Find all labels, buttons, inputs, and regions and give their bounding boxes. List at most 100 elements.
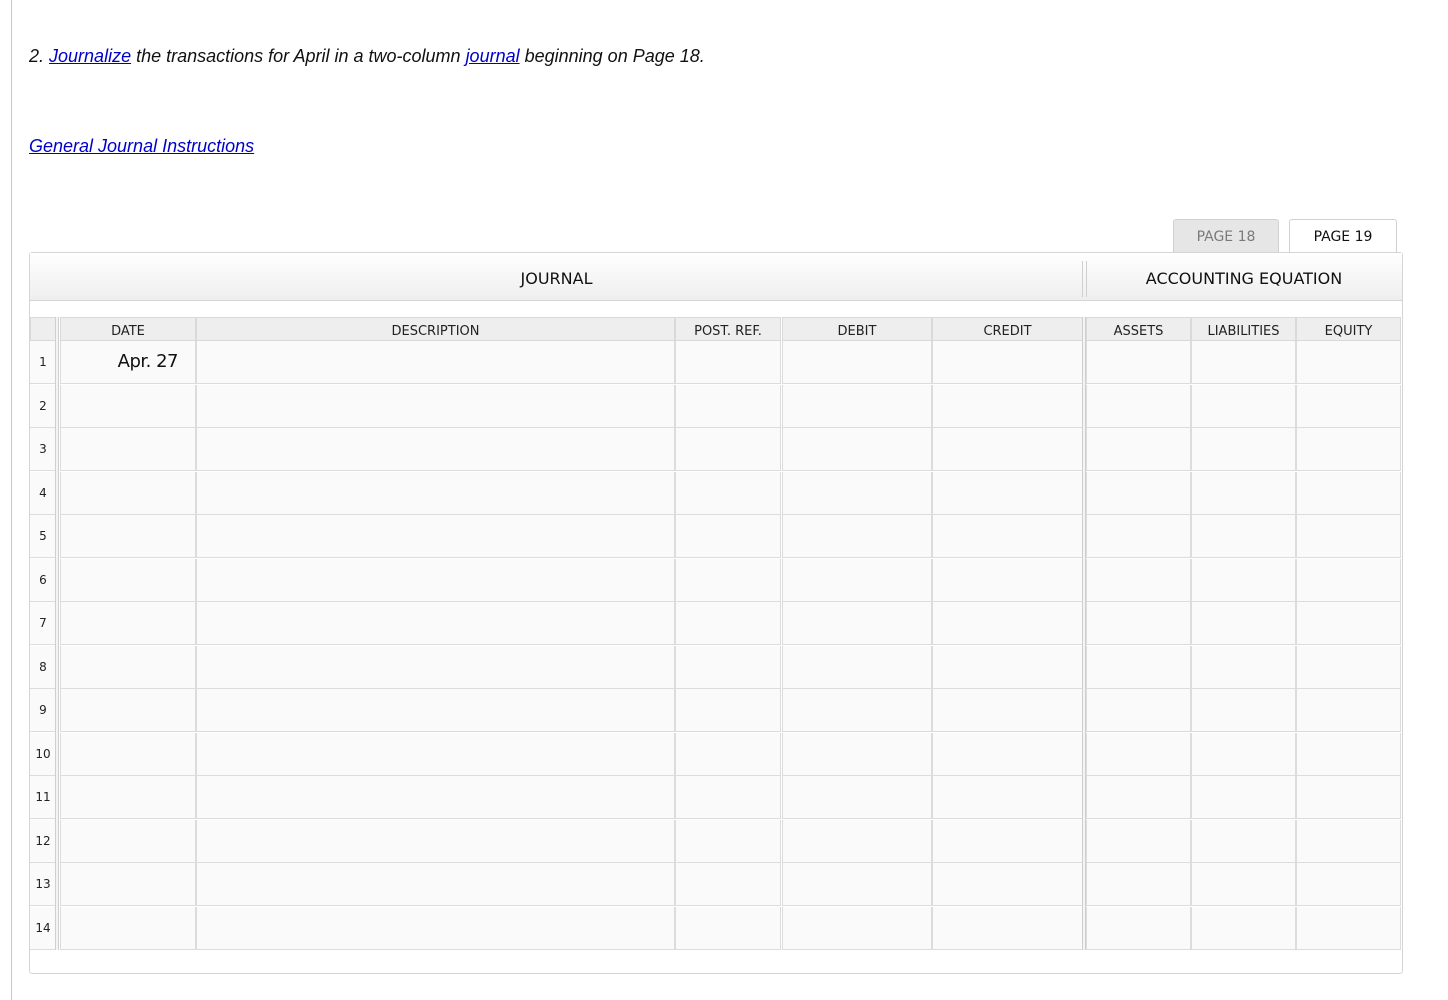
description-cell[interactable] <box>196 863 675 906</box>
liabilities-cell[interactable] <box>1191 776 1296 819</box>
date-cell[interactable] <box>60 863 196 906</box>
post-ref-cell[interactable] <box>675 385 781 428</box>
equity-cell[interactable] <box>1296 602 1401 645</box>
equity-cell[interactable] <box>1296 689 1401 732</box>
debit-cell[interactable] <box>782 428 932 471</box>
date-cell[interactable] <box>60 646 196 689</box>
debit-cell[interactable] <box>782 385 932 428</box>
date-cell[interactable] <box>60 472 196 515</box>
equity-cell[interactable] <box>1296 428 1401 471</box>
equity-cell[interactable] <box>1296 559 1401 602</box>
liabilities-cell[interactable] <box>1191 907 1296 950</box>
date-cell[interactable] <box>60 559 196 602</box>
assets-cell[interactable] <box>1086 733 1191 776</box>
date-cell[interactable] <box>60 385 196 428</box>
date-cell[interactable] <box>60 602 196 645</box>
assets-cell[interactable] <box>1086 646 1191 689</box>
date-cell[interactable] <box>60 733 196 776</box>
equity-cell[interactable] <box>1296 907 1401 950</box>
credit-cell[interactable] <box>932 515 1083 558</box>
debit-cell[interactable] <box>782 341 932 384</box>
equity-cell[interactable] <box>1296 776 1401 819</box>
equity-cell[interactable] <box>1296 733 1401 776</box>
assets-cell[interactable] <box>1086 428 1191 471</box>
credit-cell[interactable] <box>932 559 1083 602</box>
equity-cell[interactable] <box>1296 646 1401 689</box>
equity-cell[interactable] <box>1296 515 1401 558</box>
description-cell[interactable] <box>196 428 675 471</box>
debit-cell[interactable] <box>782 689 932 732</box>
credit-cell[interactable] <box>932 733 1083 776</box>
debit-cell[interactable] <box>782 907 932 950</box>
assets-cell[interactable] <box>1086 820 1191 863</box>
liabilities-cell[interactable] <box>1191 863 1296 906</box>
liabilities-cell[interactable] <box>1191 559 1296 602</box>
description-cell[interactable] <box>196 733 675 776</box>
date-cell[interactable] <box>60 428 196 471</box>
credit-cell[interactable] <box>932 602 1083 645</box>
description-cell[interactable] <box>196 559 675 602</box>
liabilities-cell[interactable] <box>1191 689 1296 732</box>
liabilities-cell[interactable] <box>1191 341 1296 384</box>
date-cell[interactable] <box>60 776 196 819</box>
post-ref-cell[interactable] <box>675 733 781 776</box>
description-cell[interactable] <box>196 472 675 515</box>
debit-cell[interactable] <box>782 863 932 906</box>
debit-cell[interactable] <box>782 602 932 645</box>
post-ref-cell[interactable] <box>675 820 781 863</box>
equity-cell[interactable] <box>1296 863 1401 906</box>
post-ref-cell[interactable] <box>675 472 781 515</box>
equity-cell[interactable] <box>1296 820 1401 863</box>
date-cell[interactable]: Apr. 27 <box>60 341 196 384</box>
assets-cell[interactable] <box>1086 602 1191 645</box>
liabilities-cell[interactable] <box>1191 385 1296 428</box>
description-cell[interactable] <box>196 907 675 950</box>
assets-cell[interactable] <box>1086 863 1191 906</box>
description-cell[interactable] <box>196 515 675 558</box>
credit-cell[interactable] <box>932 341 1083 384</box>
assets-cell[interactable] <box>1086 341 1191 384</box>
date-cell[interactable] <box>60 689 196 732</box>
description-cell[interactable] <box>196 341 675 384</box>
debit-cell[interactable] <box>782 559 932 602</box>
assets-cell[interactable] <box>1086 559 1191 602</box>
assets-cell[interactable] <box>1086 472 1191 515</box>
equity-cell[interactable] <box>1296 385 1401 428</box>
credit-cell[interactable] <box>932 907 1083 950</box>
post-ref-cell[interactable] <box>675 863 781 906</box>
description-cell[interactable] <box>196 776 675 819</box>
post-ref-cell[interactable] <box>675 515 781 558</box>
description-cell[interactable] <box>196 602 675 645</box>
credit-cell[interactable] <box>932 646 1083 689</box>
credit-cell[interactable] <box>932 472 1083 515</box>
general-journal-instructions-link[interactable]: General Journal Instructions <box>29 135 254 157</box>
post-ref-cell[interactable] <box>675 341 781 384</box>
post-ref-cell[interactable] <box>675 907 781 950</box>
description-cell[interactable] <box>196 820 675 863</box>
journalize-link[interactable]: Journalize <box>49 46 131 66</box>
description-cell[interactable] <box>196 689 675 732</box>
liabilities-cell[interactable] <box>1191 428 1296 471</box>
equity-cell[interactable] <box>1296 341 1401 384</box>
description-cell[interactable] <box>196 646 675 689</box>
assets-cell[interactable] <box>1086 776 1191 819</box>
debit-cell[interactable] <box>782 646 932 689</box>
liabilities-cell[interactable] <box>1191 646 1296 689</box>
credit-cell[interactable] <box>932 776 1083 819</box>
liabilities-cell[interactable] <box>1191 820 1296 863</box>
credit-cell[interactable] <box>932 689 1083 732</box>
tab-page-19[interactable]: PAGE 19 <box>1289 219 1397 253</box>
post-ref-cell[interactable] <box>675 602 781 645</box>
credit-cell[interactable] <box>932 863 1083 906</box>
credit-cell[interactable] <box>932 385 1083 428</box>
assets-cell[interactable] <box>1086 385 1191 428</box>
debit-cell[interactable] <box>782 776 932 819</box>
debit-cell[interactable] <box>782 733 932 776</box>
post-ref-cell[interactable] <box>675 689 781 732</box>
liabilities-cell[interactable] <box>1191 602 1296 645</box>
date-cell[interactable] <box>60 820 196 863</box>
journal-link[interactable]: journal <box>466 46 520 66</box>
assets-cell[interactable] <box>1086 515 1191 558</box>
debit-cell[interactable] <box>782 820 932 863</box>
date-cell[interactable] <box>60 515 196 558</box>
